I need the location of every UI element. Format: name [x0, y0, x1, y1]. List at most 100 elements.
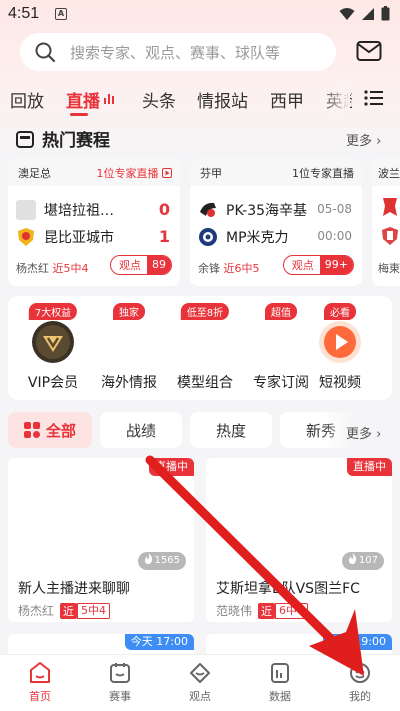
- tab-live[interactable]: 直播: [66, 87, 100, 112]
- live-title: 新人主播进来聊聊: [18, 581, 130, 597]
- feature-badge: 独家: [113, 303, 145, 320]
- expert-info: 余锋 近6中5: [198, 262, 260, 275]
- match-card-header: 澳足总 1位专家直播: [8, 158, 180, 186]
- search-placeholder: 搜索专家、观点、赛事、球队等: [70, 43, 281, 62]
- filter-heat[interactable]: 热度: [190, 412, 272, 448]
- play-icon: [319, 321, 361, 363]
- view-button[interactable]: 观点 89: [110, 255, 172, 275]
- match-card[interactable]: 波兰 梅東: [372, 158, 400, 286]
- play-box-icon: [162, 168, 172, 178]
- feature-label: 海外情报: [101, 375, 157, 391]
- league-name: 波兰: [378, 167, 400, 180]
- live-card[interactable]: 直播中 1565 新人主播进来聊聊 杨杰红 近 5中4: [8, 458, 194, 622]
- nav-mine[interactable]: 我的: [320, 655, 400, 711]
- feature-short-video[interactable]: 必看 短视频: [306, 296, 374, 400]
- view-button[interactable]: 观点 99+: [282, 255, 354, 275]
- grid-icon: [23, 422, 40, 438]
- near-badge: 近: [60, 602, 78, 619]
- league-name: 澳足总: [18, 167, 51, 180]
- team-logo: [382, 227, 398, 245]
- calendar-icon: [110, 663, 130, 683]
- search-input[interactable]: 搜索专家、观点、赛事、球队等: [20, 33, 336, 71]
- tab-replay[interactable]: 回放: [10, 87, 44, 112]
- match-card[interactable]: 澳足总 1位专家直播 堪培拉祖… 0 昆比亚城市 1 杨杰红 近5中4 观点 8…: [8, 158, 180, 286]
- match-card-header: 芬甲 1位专家直播: [190, 158, 362, 186]
- filter-label: 热度: [215, 421, 246, 440]
- feature-model-combo[interactable]: 低至8折 模型组合: [171, 296, 239, 400]
- flame-icon: [144, 553, 152, 564]
- away-team: 昆比亚城市: [16, 226, 114, 248]
- nav-label: 赛事: [109, 690, 131, 703]
- home-team: 堪培拉祖…: [16, 199, 114, 221]
- schedule-badge: 今天 17:00: [124, 634, 194, 650]
- feature-overseas-intel[interactable]: 独家 海外情报: [95, 296, 163, 400]
- notification-icon: A: [55, 8, 67, 20]
- tab-laliga[interactable]: 西甲: [270, 87, 304, 112]
- tabs-fade: [320, 84, 350, 114]
- match-date: 05-08: [317, 202, 352, 216]
- nav-label: 首页: [29, 690, 51, 703]
- filter-label: 全部: [45, 421, 76, 440]
- feature-label: 短视频: [319, 375, 361, 391]
- nav-label: 我的: [349, 690, 371, 703]
- record-badge: 5中4: [77, 602, 111, 619]
- feature-badge: 超值: [265, 303, 297, 320]
- upcoming-card[interactable]: 今天 17:00: [8, 634, 194, 654]
- team-logo: [18, 228, 34, 246]
- team-name: 堪培拉祖…: [44, 203, 114, 219]
- nav-home[interactable]: 首页: [0, 655, 80, 711]
- match-card-header: 波兰: [372, 158, 400, 186]
- feature-badge: 必看: [324, 303, 356, 320]
- upcoming-card[interactable]: 今天 19:00: [206, 634, 392, 654]
- battery-icon: [381, 6, 390, 21]
- nav-data[interactable]: 数据: [240, 655, 320, 711]
- feature-grid: 7大权益 VIP会员 独家 海外情报 低至8折 模型组合 超值 专家订阅 必看 …: [8, 296, 392, 400]
- home-icon: [30, 662, 50, 683]
- live-title: 艾斯坦拿B队VS图兰FC: [216, 581, 360, 597]
- team-logo: [383, 198, 397, 216]
- expert-info: 杨杰红 近5中4: [16, 262, 89, 275]
- profile-icon: [350, 663, 370, 683]
- live-author: 杨杰红 近 5中4: [18, 602, 111, 619]
- league-name: 芬甲: [200, 167, 222, 180]
- status-icons: [339, 6, 390, 21]
- team-name: PK-35海辛基: [226, 203, 308, 219]
- feature-label: VIP会员: [27, 375, 79, 391]
- feature-badge: 7大权益: [28, 303, 78, 320]
- hot-more-link[interactable]: 更多 ›: [346, 130, 381, 149]
- live-bars-icon: [104, 94, 114, 104]
- tabs-menu-icon[interactable]: [364, 90, 384, 106]
- feature-label: 模型组合: [177, 375, 233, 391]
- vip-crown-icon: [32, 321, 74, 363]
- feature-badge: 低至8折: [180, 303, 230, 320]
- near-badge: 近: [258, 602, 276, 619]
- section-title: 热门赛程: [42, 131, 110, 151]
- nav-matches[interactable]: 赛事: [80, 655, 160, 711]
- feature-label: 专家订阅: [253, 375, 309, 391]
- home-score: 0: [158, 200, 170, 219]
- active-tab-indicator: [70, 113, 88, 116]
- feature-expert-subscribe[interactable]: 超值 专家订阅: [247, 296, 315, 400]
- team-name: MP米克力: [226, 230, 289, 246]
- live-card[interactable]: 直播中 107 艾斯坦拿B队VS图兰FC 范晓伟 近 6中6: [206, 458, 392, 622]
- opinion-icon: [190, 663, 210, 683]
- filters-more-link[interactable]: 更多 ›: [346, 423, 381, 442]
- category-tabs: 回放 直播 头条 情报站 西甲 英超: [0, 84, 400, 116]
- mail-icon[interactable]: [356, 40, 382, 62]
- team-name: 昆比亚城市: [44, 230, 114, 246]
- feature-vip[interactable]: 7大权益 VIP会员: [19, 296, 87, 400]
- team-logo: [200, 202, 216, 217]
- calendar-icon: [16, 131, 34, 148]
- live-author: 范晓伟 近 6中6: [216, 602, 309, 619]
- status-time: 4:51: [8, 5, 40, 22]
- filter-record[interactable]: 战绩: [100, 412, 182, 448]
- away-score: 1: [158, 227, 170, 246]
- tab-intel[interactable]: 情报站: [197, 87, 248, 112]
- tab-headlines[interactable]: 头条: [142, 87, 176, 112]
- heat-count: 1565: [137, 552, 186, 570]
- match-card[interactable]: 芬甲 1位专家直播 PK-35海辛基 05-08 MP米克力 00:00 余锋 …: [190, 158, 362, 286]
- nav-opinions[interactable]: 观点: [160, 655, 240, 711]
- nav-label: 观点: [189, 690, 211, 703]
- filter-all[interactable]: 全部: [8, 412, 92, 448]
- live-badge: 直播中: [347, 458, 392, 476]
